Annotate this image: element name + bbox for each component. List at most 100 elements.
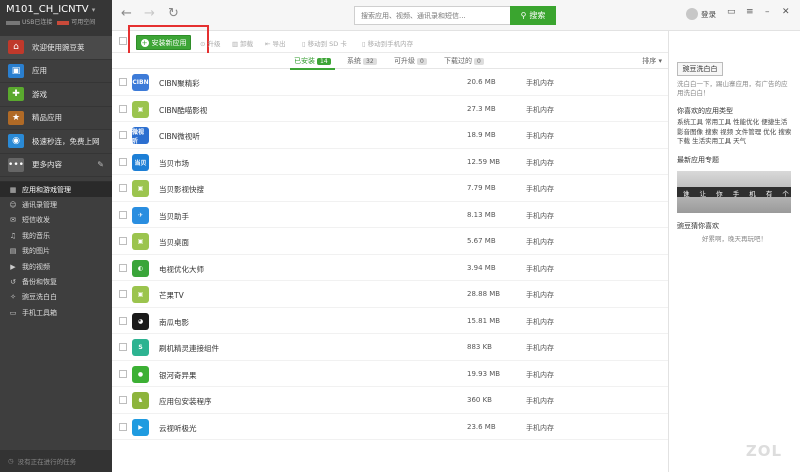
install-app-button[interactable]: + 安装新应用 xyxy=(136,35,191,50)
manage-item[interactable]: ✉ 短信收发 xyxy=(0,213,112,228)
app-row[interactable]: 微视听 CIBN微视听 18.9 MB 手机内存 xyxy=(112,122,668,149)
tab-label: 可升级 xyxy=(394,57,415,65)
forward-arrow-icon[interactable]: → xyxy=(144,6,155,21)
wrench-icon[interactable]: ✎ xyxy=(97,160,104,169)
row-checkbox[interactable] xyxy=(119,78,127,86)
move-to-sd-button[interactable]: ▯ 移动到 SD 卡 xyxy=(302,38,347,48)
task-icon: ◷ xyxy=(8,457,14,465)
app-location: 手机内存 xyxy=(526,370,554,379)
manage-item[interactable]: ▭ 手机工具箱 xyxy=(0,305,112,320)
manage-item[interactable]: ▶ 我的视频 xyxy=(0,259,112,274)
app-row[interactable]: CIBN CIBN聚精彩 20.6 MB 手机内存 xyxy=(112,69,668,96)
row-checkbox[interactable] xyxy=(119,131,127,139)
menu-icon[interactable]: ≡ xyxy=(746,7,754,17)
row-checkbox[interactable] xyxy=(119,263,127,272)
gamepad-icon: ✚ xyxy=(8,87,24,102)
chevron-down-icon: ▾ xyxy=(658,57,662,65)
sidebar-item[interactable]: ✚ 游戏 xyxy=(0,83,112,107)
row-checkbox[interactable] xyxy=(119,104,127,113)
device-status: USB已连接 可用空间 xyxy=(6,17,106,26)
tab[interactable]: 可升级 0 xyxy=(394,56,427,66)
clean-icon: ✧ xyxy=(10,293,16,302)
topic-banner[interactable]: 谁 让 你 手 机 有 个 性 xyxy=(677,170,791,213)
row-checkbox[interactable] xyxy=(119,343,127,351)
app-toolbar: + 安装新应用 ⊙ 升级 ▥ 卸载 ⇤ 导出 ▯ 移动到 SD 卡 ▯ 移动到手机内存 xyxy=(112,25,668,61)
tab[interactable]: 系统 32 xyxy=(347,56,377,66)
app-name: 当贝影视快搜 xyxy=(159,185,204,194)
clean-button[interactable]: 豌豆洗白白 xyxy=(677,62,723,76)
sms-icon: ✉ xyxy=(10,216,16,225)
manage-item-label: 应用和游戏管理 xyxy=(22,185,71,194)
picture-icon: ▤ xyxy=(9,247,17,256)
guess-title: 豌豆猜你喜欢 xyxy=(677,221,719,230)
upgrade-label: 升级 xyxy=(207,40,221,48)
row-checkbox[interactable] xyxy=(119,157,127,166)
row-checkbox[interactable] xyxy=(119,396,127,404)
fav-types-list[interactable]: 系统工具 常用工具 性能优化 便捷生活 影音图像 搜索 视频 文件管理 优化 搜… xyxy=(677,118,792,147)
sidebar-item[interactable]: ⌂ 欢迎使用豌豆荚 xyxy=(0,36,112,60)
search-input[interactable]: 搜索应用、视频、通讯录和短信... xyxy=(354,6,511,25)
uninstall-button[interactable]: ▥ 卸载 xyxy=(232,38,253,48)
sidebar-item[interactable]: ••• 更多内容 ✎ xyxy=(0,154,112,177)
tab[interactable]: 已安装 14 xyxy=(290,56,335,70)
kiwi-icon: ● xyxy=(132,365,149,383)
app-row[interactable]: ▣ CIBN酷喵影视 27.3 MB 手机内存 xyxy=(112,96,668,122)
app-row[interactable]: ✈ 当贝助手 8.13 MB 手机内存 xyxy=(112,202,668,228)
device-info[interactable]: M101_CH_ICNTV ▾ USB已连接 可用空间 xyxy=(0,0,112,36)
app-row[interactable]: ▣ 芒果TV 28.88 MB 手机内存 xyxy=(112,281,668,308)
manage-item[interactable]: ✧ 豌豆洗白白 xyxy=(0,290,112,305)
app-row[interactable]: ▣ 当贝影视快搜 7.79 MB 手机内存 xyxy=(112,175,668,202)
move-to-phone-button[interactable]: ▯ 移动到手机内存 xyxy=(362,38,413,48)
app-row[interactable]: ▣ 当贝桌面 5.67 MB 手机内存 xyxy=(112,228,668,255)
task-status[interactable]: ◷ 没有正在进行的任务 xyxy=(0,450,112,472)
sidebar-item[interactable]: ★ 精品应用 xyxy=(0,107,112,130)
sort-dropdown[interactable]: 排序 ▾ xyxy=(642,56,662,66)
row-checkbox[interactable] xyxy=(119,422,127,431)
message-icon[interactable]: ▭ xyxy=(727,7,736,17)
app-size: 7.79 MB xyxy=(467,184,496,192)
app-row[interactable]: ▶ 云视听极光 23.6 MB 手机内存 xyxy=(112,414,668,440)
sidebar-item[interactable]: ◉ 极速秒连，免费上网 xyxy=(0,130,112,154)
app-row[interactable]: ♞ 应用包安装程序 360 KB 手机内存 xyxy=(112,387,668,414)
login-button[interactable]: 登录 xyxy=(686,8,716,20)
select-all-checkbox[interactable] xyxy=(119,37,127,45)
app-row[interactable]: ● 银河奇异果 19.93 MB 手机内存 xyxy=(112,361,668,387)
app-name: CIBN酷喵影视 xyxy=(159,105,208,115)
app-row[interactable]: ◕ 南瓜电影 15.81 MB 手机内存 xyxy=(112,308,668,334)
close-icon[interactable]: ✕ xyxy=(782,7,790,17)
app-size: 27.3 MB xyxy=(467,104,496,113)
app-size: 883 KB xyxy=(467,343,492,351)
top-bar: ← → ↻ 搜索应用、视频、通讯录和短信... ⚲ 搜索 登录 ▭ ≡ – ✕ xyxy=(112,0,800,31)
row-checkbox[interactable] xyxy=(119,290,127,298)
row-checkbox[interactable] xyxy=(119,316,127,325)
row-checkbox[interactable] xyxy=(119,184,127,192)
manage-item[interactable]: ♫ 我的音乐 xyxy=(0,228,112,243)
manage-item[interactable]: ▦ 应用和游戏管理 xyxy=(0,182,112,198)
manage-item[interactable]: ▤ 我的图片 xyxy=(0,244,112,259)
tab-count-badge: 14 xyxy=(317,58,331,65)
manage-item-label: 短信收发 xyxy=(22,216,50,225)
app-size: 19.93 MB xyxy=(467,369,501,378)
row-checkbox[interactable] xyxy=(119,369,127,378)
sidebar-item[interactable]: ▣ 应用 xyxy=(0,60,112,83)
upgrade-button[interactable]: ⊙ 升级 xyxy=(200,38,220,48)
search-button[interactable]: ⚲ 搜索 xyxy=(510,6,556,25)
refresh-icon[interactable]: ↻ xyxy=(168,6,179,21)
app-row[interactable]: ◐ 电视优化大师 3.94 MB 手机内存 xyxy=(112,255,668,281)
app-name: CIBN微视听 xyxy=(159,132,200,141)
tab[interactable]: 下载过的 0 xyxy=(444,56,484,66)
pumpkin-movie-icon: ◕ xyxy=(132,312,149,330)
minimize-icon[interactable]: – xyxy=(765,7,770,17)
wifi-icon: ◉ xyxy=(8,134,24,149)
manage-item-label: 我的图片 xyxy=(22,247,50,256)
row-checkbox[interactable] xyxy=(119,237,127,245)
app-row[interactable]: 当贝 当贝市场 12.59 MB 手机内存 xyxy=(112,149,668,175)
manage-item[interactable]: ☺ 通讯录管理 xyxy=(0,197,112,212)
manage-item[interactable]: ↺ 备份和恢复 xyxy=(0,274,112,289)
app-row[interactable]: S 刷机精灵連接组件 883 KB 手机内存 xyxy=(112,334,668,361)
back-arrow-icon[interactable]: ← xyxy=(121,6,132,21)
app-location: 手机内存 xyxy=(526,185,554,193)
row-checkbox[interactable] xyxy=(119,210,127,219)
app-location: 手机内存 xyxy=(526,79,554,87)
export-button[interactable]: ⇤ 导出 xyxy=(265,38,285,48)
